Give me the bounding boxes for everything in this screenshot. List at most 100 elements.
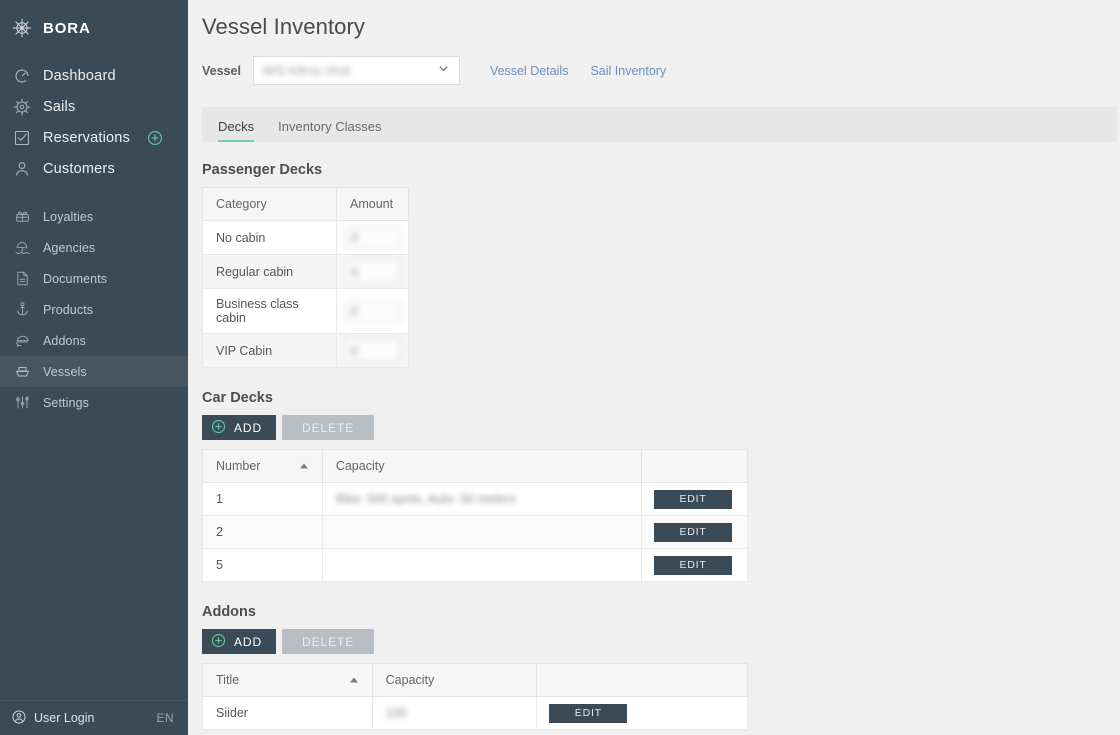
table-row: Regular cabin [202,254,409,289]
amount-input-no-cabin[interactable] [345,226,400,249]
sidebar-item-reservations[interactable]: Reservations [0,122,188,153]
sidebar-item-label: Reservations [43,129,131,146]
column-header-number-label: Number [216,459,261,473]
car-decks-delete-button[interactable]: DELETE [282,415,375,440]
table-row: 2 EDIT [202,515,748,549]
chevron-down-icon [437,62,450,80]
user-login-label: User Login [34,711,95,725]
user-circle-icon [12,710,26,727]
sort-asc-caret-icon [349,677,358,683]
amount-input-regular-cabin[interactable] [345,260,400,283]
language-switcher[interactable]: EN [157,711,174,725]
table-row: VIP Cabin [202,333,409,368]
sidebar-item-label: Dashboard [43,67,116,84]
car-decks-add-button[interactable]: ADD [202,415,277,440]
tab-bar: Decks Inventory Classes [202,107,1117,142]
sidebar-secondary-nav: Loyalties Agencies Documents Products Ad… [0,201,188,418]
edit-button[interactable]: EDIT [654,522,732,542]
sidebar-item-products[interactable]: Products [0,294,188,325]
vessel-details-link[interactable]: Vessel Details [490,64,569,78]
amount-input-vip-cabin[interactable] [345,339,400,362]
addons-add-button[interactable]: ADD [202,629,277,654]
column-header-title-label: Title [216,673,240,687]
cell-title: Siider [202,696,373,730]
sidebar-item-loyalties[interactable]: Loyalties [0,201,188,232]
sidebar-item-vessels[interactable]: Vessels [0,356,188,387]
ships-wheel-icon [12,97,32,117]
cell-actions: EDIT [641,482,748,516]
sidebar-item-label: Sails [43,98,76,115]
car-decks-actions: ADD DELETE [202,415,1120,440]
compass-rose-icon [12,18,32,38]
anchor-icon [12,300,32,320]
column-header-capacity[interactable]: Capacity [371,663,538,697]
sidebar-item-label: Loyalties [43,209,94,224]
sidebar-item-label: Vessels [43,364,87,379]
sidebar-item-sails[interactable]: Sails [0,91,188,122]
edit-button[interactable]: EDIT [654,489,732,509]
column-header-category[interactable]: Category [202,187,337,221]
sliders-icon [12,393,32,413]
cell-category: Business class cabin [202,288,337,334]
sidebar-item-addons[interactable]: Addons [0,325,188,356]
plus-circle-icon [211,419,226,437]
capacity-value: 100 [385,706,407,720]
passenger-decks-table: Category Amount No cabin Regular cabin [202,187,409,368]
sidebar-item-label: Customers [43,160,115,177]
table-header-row: Number Capacity [202,449,748,483]
plus-circle-icon[interactable] [147,130,163,146]
tab-inventory-classes[interactable]: Inventory Classes [278,119,389,142]
sort-asc-caret-icon [299,463,308,469]
vessel-label: Vessel [202,63,241,78]
sidebar-item-label: Documents [43,271,108,286]
brand[interactable]: BORA [0,4,188,52]
tab-decks[interactable]: Decks [218,119,262,142]
table-row: 1 Bike: 500 spots, Auto: 50 meters EDIT [202,482,748,516]
vessel-select-value: M/S Kõrvu Vind [262,63,350,78]
person-icon [12,159,32,179]
brand-name: BORA [43,19,91,37]
table-header-row: Category Amount [202,187,409,221]
table-row: Business class cabin [202,288,409,334]
addons-add-label: ADD [234,634,263,649]
table-row: Siider 100 EDIT [202,696,748,730]
sidebar-item-documents[interactable]: Documents [0,263,188,294]
addons-actions: ADD DELETE [202,629,1120,654]
sidebar-item-label: Settings [43,395,89,410]
sidebar-item-agencies[interactable]: Agencies [0,232,188,263]
edit-button[interactable]: EDIT [549,703,628,723]
vessel-selector-bar: Vessel M/S Kõrvu Vind Vessel Details Sai… [188,40,1120,85]
cell-capacity [321,548,643,582]
cell-amount [336,220,409,255]
addons-delete-button[interactable]: DELETE [282,629,375,654]
sidebar-item-dashboard[interactable]: Dashboard [0,60,188,91]
column-header-actions [641,449,748,483]
hand-serving-icon [12,331,32,351]
user-login-button[interactable]: User Login [12,710,94,727]
car-decks-title: Car Decks [202,390,273,406]
column-header-amount[interactable]: Amount [336,187,409,221]
sidebar-item-label: Products [43,302,94,317]
cell-capacity: Bike: 500 spots, Auto: 50 meters [321,482,643,516]
column-header-number[interactable]: Number [202,449,323,483]
cell-actions: EDIT [536,696,748,730]
checklist-icon [12,128,32,148]
sail-inventory-link[interactable]: Sail Inventory [590,64,666,78]
sidebar-item-customers[interactable]: Customers [0,153,188,184]
beach-umbrella-icon [12,238,32,258]
column-header-title[interactable]: Title [202,663,373,697]
capacity-value: Bike: 500 spots, Auto: 50 meters [335,492,516,506]
vessel-select[interactable]: M/S Kõrvu Vind [252,56,460,85]
cell-category: VIP Cabin [202,333,337,368]
cell-actions: EDIT [641,548,748,582]
amount-input-business-class-cabin[interactable] [345,299,400,323]
sidebar-item-settings[interactable]: Settings [0,387,188,418]
cell-actions: EDIT [641,515,748,549]
sidebar-primary-nav: Dashboard Sails Reservations Customers [0,60,188,184]
table-header-row: Title Capacity [202,663,748,697]
cell-category: No cabin [202,220,337,255]
edit-button[interactable]: EDIT [654,555,732,575]
cell-category: Regular cabin [202,254,337,289]
column-header-capacity[interactable]: Capacity [321,449,643,483]
sidebar-item-label: Addons [43,333,86,348]
